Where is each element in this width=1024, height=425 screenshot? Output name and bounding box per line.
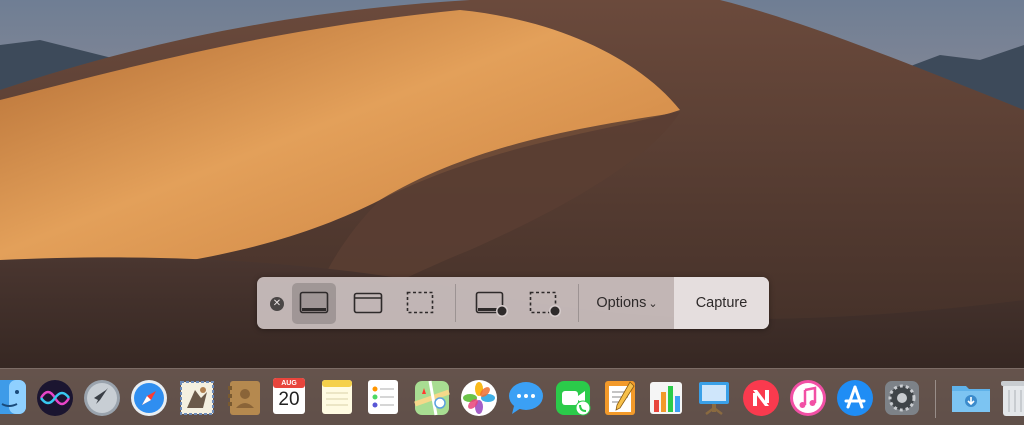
capture-selection-button[interactable] [398,283,442,324]
dock-item-notes[interactable] [320,378,360,420]
desktop-wallpaper [0,0,1024,424]
dock-item-downloads[interactable] [950,378,990,420]
dock-item-maps[interactable] [412,378,452,420]
dock-item-photos[interactable] [459,378,499,420]
dock-item-pages[interactable] [600,378,640,420]
dock-separator [935,380,936,418]
dock-item-itunes[interactable] [788,378,828,420]
options-dropdown[interactable]: Options ⌄ [580,283,674,324]
capture-entire-screen-button[interactable] [292,283,336,324]
dock-item-calendar[interactable]: AUG 20 [273,378,313,420]
dock-item-system-preferences[interactable] [882,378,922,420]
app-store-icon [837,380,873,416]
itunes-icon [790,380,826,416]
calendar-month: AUG [281,380,297,387]
dock-item-launchpad[interactable] [82,378,122,420]
siri-icon [37,380,73,416]
dock-item-reminders[interactable] [366,378,406,420]
facetime-icon [556,381,591,416]
chevron-down-icon: ⌄ [648,298,658,310]
dock-item-contacts[interactable] [224,378,264,420]
news-icon [743,380,779,416]
keynote-icon [699,382,729,415]
dock-item-keynote[interactable] [694,378,734,420]
pages-icon [605,381,635,415]
notes-icon [322,380,352,414]
record-selection-icon [529,291,561,317]
messages-icon [509,382,543,414]
safari-icon [131,380,167,416]
dock-item-siri[interactable] [35,378,75,420]
dock-item-mail[interactable] [177,378,217,420]
capture-entire-screen-icon [299,291,329,314]
system-preferences-icon [885,381,919,415]
trash-icon [1001,381,1024,416]
launchpad-icon [84,380,120,416]
capture-button[interactable]: Capture [674,277,769,329]
dock-item-finder[interactable] [0,378,30,420]
finder-icon [0,380,26,414]
record-entire-screen-button[interactable] [468,283,512,324]
reminders-icon [368,380,398,414]
calendar-day: 20 [278,389,300,410]
toolbar-separator [455,284,456,322]
maps-icon [414,380,450,416]
dock-item-app-store[interactable] [835,378,875,420]
dock-item-news[interactable] [741,378,781,420]
close-icon: ✕ [272,298,282,309]
dock-item-facetime[interactable] [553,378,593,420]
record-entire-screen-icon [475,291,508,317]
capture-window-icon [353,292,383,314]
options-label: Options [596,295,647,311]
dock-item-safari[interactable] [129,378,169,420]
capture-window-button[interactable] [346,283,390,324]
dock-item-numbers[interactable] [646,378,686,420]
dock-item-messages[interactable] [506,378,546,420]
close-button[interactable]: ✕ [270,297,284,311]
toolbar-separator [578,284,579,322]
dock-item-trash[interactable] [1000,378,1024,420]
numbers-icon [650,382,682,414]
contacts-icon [228,381,260,415]
capture-selection-icon [406,291,434,314]
record-selection-button[interactable] [521,283,565,324]
mail-icon [180,381,214,415]
downloads-folder-icon [952,386,990,412]
photos-icon [461,380,497,416]
